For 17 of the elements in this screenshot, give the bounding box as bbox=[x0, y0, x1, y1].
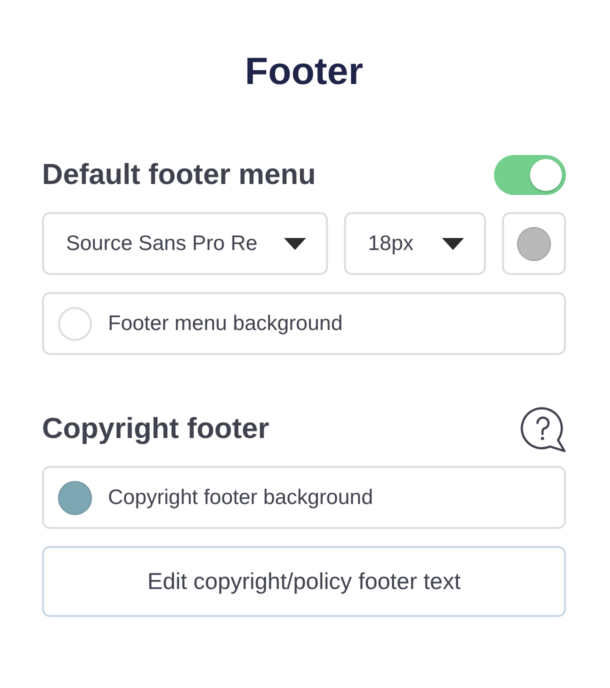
caret-icon bbox=[284, 238, 306, 250]
toggle-switch[interactable] bbox=[494, 155, 566, 195]
font-dropdown[interactable]: Source Sans Pro Re bbox=[42, 212, 328, 275]
caret-icon bbox=[442, 238, 464, 250]
panel-title: Footer bbox=[244, 50, 364, 95]
section-heading: Default footer menu bbox=[42, 158, 316, 193]
size-dropdown[interactable]: 18px bbox=[344, 212, 486, 275]
color-picker-field[interactable]: Footer menu background bbox=[42, 292, 566, 355]
field-label: Copyright footer background bbox=[108, 484, 373, 511]
dropdown-value: Source Sans Pro Re bbox=[66, 230, 258, 257]
field-label: Footer menu background bbox=[108, 310, 343, 337]
color-picker-field[interactable]: Copyright footer background bbox=[42, 466, 566, 529]
help-icon[interactable] bbox=[520, 406, 566, 452]
color-picker[interactable] bbox=[502, 212, 566, 275]
dropdown-value: 18px bbox=[368, 230, 414, 257]
section-heading: Copyright footer bbox=[42, 412, 270, 447]
edit-text-button[interactable]: Edit copyright/policy footer text bbox=[42, 546, 566, 617]
